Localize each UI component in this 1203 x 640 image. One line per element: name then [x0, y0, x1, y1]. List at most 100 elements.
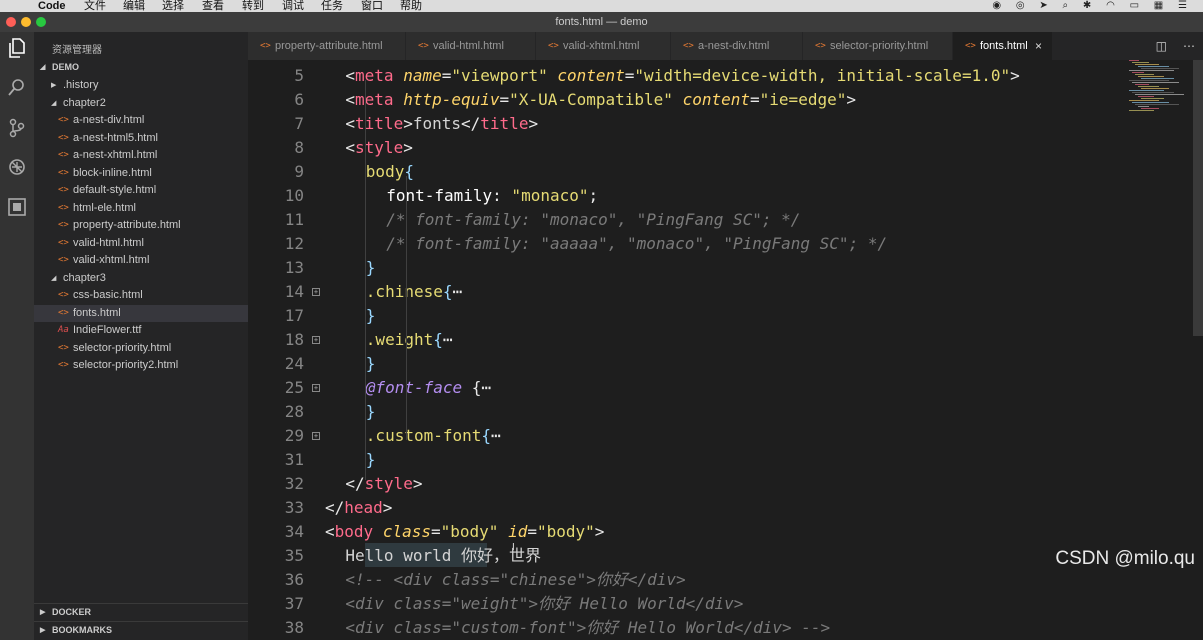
tree-file[interactable]: Aa IndieFlower.ttf: [34, 322, 248, 340]
tree-file[interactable]: <> a-nest-div.html: [34, 112, 248, 130]
tab-fonts-html[interactable]: <> fonts.html ×: [953, 32, 1053, 60]
vertical-scrollbar[interactable]: [1193, 60, 1203, 336]
tree-folder[interactable]: ◢ chapter2: [34, 95, 248, 113]
menu-file[interactable]: 文件: [84, 0, 106, 12]
html-file-icon: <>: [965, 41, 976, 51]
html-file-icon: <>: [815, 41, 826, 51]
menu-help[interactable]: 帮助: [400, 0, 422, 12]
code-line[interactable]: }: [366, 352, 376, 376]
source-control-icon[interactable]: [4, 118, 30, 144]
chevron-right-icon: ▶: [40, 609, 46, 616]
html-file-icon: <>: [58, 150, 69, 160]
line-number: 37: [284, 594, 304, 613]
minimap-line: [1141, 68, 1179, 69]
tree-file[interactable]: <> default-style.html: [34, 182, 248, 200]
code-line[interactable]: font-family: "monaco";: [386, 184, 598, 208]
tab-a-nest-div-html[interactable]: <> a-nest-div.html: [671, 32, 803, 60]
code-line[interactable]: .custom-font{⋯: [366, 424, 501, 448]
fold-expand-icon[interactable]: +: [312, 288, 320, 296]
system-tray-icons[interactable]: ◉ ◎ ➤ ⌕ ✱ ◠ ▭ ▦ ☰: [992, 0, 1193, 12]
workspace-root-header[interactable]: ◢ DEMO: [34, 59, 248, 76]
more-actions-icon[interactable]: ⋯: [1183, 39, 1195, 53]
fold-expand-icon[interactable]: +: [312, 336, 320, 344]
indent-guide: [365, 80, 366, 480]
extensions-icon[interactable]: [4, 198, 30, 224]
text-cursor: I: [512, 542, 515, 553]
menu-tasks[interactable]: 任务: [321, 0, 343, 12]
tab-label: a-nest-div.html: [698, 40, 770, 52]
tree-folder[interactable]: ▶ .history: [34, 77, 248, 95]
html-file-icon: <>: [58, 132, 69, 143]
debug-icon[interactable]: [4, 158, 30, 184]
minimap-line: [1138, 106, 1149, 107]
minimap[interactable]: [1129, 60, 1189, 120]
code-line[interactable]: }: [366, 400, 376, 424]
bookmarks-section-header[interactable]: ▶ BOOKMARKS: [34, 621, 248, 638]
zoom-window-button[interactable]: [36, 17, 46, 27]
html-file-icon: <>: [548, 41, 559, 51]
code-line[interactable]: <style>: [345, 136, 412, 160]
code-line[interactable]: <div class="weight">你好 Hello World</div>: [345, 592, 743, 616]
code-line[interactable]: }: [366, 448, 376, 472]
menu-selection[interactable]: 选择: [162, 0, 184, 12]
tree-file[interactable]: <> valid-html.html: [34, 235, 248, 253]
menu-edit[interactable]: 编辑: [123, 0, 145, 12]
code-line[interactable]: <meta name="viewport" content="width=dev…: [345, 64, 1019, 88]
code-line[interactable]: <meta http-equiv="X-UA-Compatible" conte…: [345, 88, 856, 112]
line-number: 18: [284, 330, 304, 349]
indent-guide: [406, 176, 407, 440]
tree-file[interactable]: <> property-attribute.html: [34, 217, 248, 235]
tree-file[interactable]: <> block-inline.html: [34, 165, 248, 183]
html-file-icon: <>: [58, 202, 69, 213]
code-line[interactable]: /* font-family: "monaco", "PingFang SC";…: [386, 208, 800, 232]
tab-label: valid-xhtml.html: [563, 40, 640, 52]
code-line[interactable]: }: [366, 304, 376, 328]
tree-file[interactable]: <> selector-priority2.html: [34, 357, 248, 375]
tree-file[interactable]: <> valid-xhtml.html: [34, 252, 248, 270]
code-line[interactable]: </style>: [345, 472, 422, 496]
tree-item-label: a-nest-html5.html: [73, 131, 158, 144]
menu-go[interactable]: 转到: [242, 0, 264, 12]
docker-section-header[interactable]: ▶ DOCKER: [34, 603, 248, 620]
explorer-sidebar: 资源管理器 ◢ DEMO ▶ .history ◢ chapter2 <> a-nest-…: [34, 32, 248, 640]
line-number: 31: [284, 450, 304, 469]
code-line[interactable]: @font-face {⋯: [366, 376, 491, 400]
minimize-window-button[interactable]: [21, 17, 31, 27]
tab-valid-xhtml-html[interactable]: <> valid-xhtml.html: [536, 32, 671, 60]
tree-file[interactable]: <> selector-priority.html: [34, 340, 248, 358]
code-line[interactable]: .weight{⋯: [366, 328, 453, 352]
search-icon[interactable]: [4, 78, 30, 104]
tab-valid-html-html[interactable]: <> valid-html.html: [406, 32, 536, 60]
code-line[interactable]: }: [366, 256, 376, 280]
line-number: 17: [284, 306, 304, 325]
tree-file[interactable]: <> html-ele.html: [34, 200, 248, 218]
code-line[interactable]: <title>fonts</title>: [345, 112, 538, 136]
menu-app-name[interactable]: Code: [38, 0, 66, 12]
minimap-line: [1141, 98, 1164, 99]
menu-window[interactable]: 窗口: [361, 0, 383, 12]
code-line[interactable]: .chinese{⋯: [366, 280, 462, 304]
code-line[interactable]: <div class="custom-font">你好 Hello World<…: [345, 616, 830, 640]
code-line[interactable]: /* font-family: "aaaaa", "monaco", "Ping…: [386, 232, 887, 256]
close-window-button[interactable]: [6, 17, 16, 27]
tree-file[interactable]: <> css-basic.html: [34, 287, 248, 305]
tab-selector-priority-html[interactable]: <> selector-priority.html: [803, 32, 953, 60]
html-file-icon: <>: [58, 237, 69, 248]
tab-property-attribute-html[interactable]: <> property-attribute.html: [248, 32, 406, 60]
tree-file[interactable]: <> fonts.html: [34, 304, 248, 322]
tree-folder[interactable]: ◢ chapter3: [34, 270, 248, 288]
fold-expand-icon[interactable]: +: [312, 432, 320, 440]
code-line[interactable]: <!-- <div class="chinese">你好</div>: [345, 568, 685, 592]
fold-expand-icon[interactable]: +: [312, 384, 320, 392]
menu-debug[interactable]: 调试: [282, 0, 304, 12]
code-line[interactable]: <body class="body" id="body">: [325, 520, 604, 544]
explorer-icon[interactable]: [4, 38, 30, 64]
close-icon[interactable]: ×: [1035, 32, 1042, 60]
menu-view[interactable]: 查看: [202, 0, 224, 12]
split-editor-icon[interactable]: ◫: [1156, 39, 1167, 53]
tree-file[interactable]: <> a-nest-xhtml.html: [34, 147, 248, 165]
minimap-line: [1129, 100, 1159, 101]
tree-file[interactable]: <> a-nest-html5.html: [34, 130, 248, 148]
code-line[interactable]: </head>: [325, 496, 392, 520]
minimap-line: [1129, 60, 1139, 61]
